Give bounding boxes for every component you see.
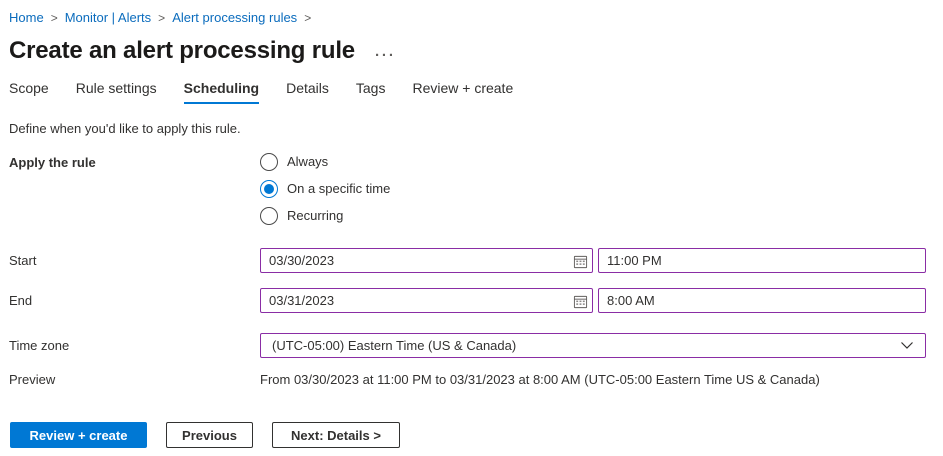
scheduling-form: Apply the rule Always On a specific time… (9, 153, 930, 388)
apply-rule-label: Apply the rule (9, 153, 260, 171)
review-create-button[interactable]: Review + create (10, 422, 147, 448)
radio-label-recurring: Recurring (287, 208, 343, 224)
tab-scheduling[interactable]: Scheduling (184, 80, 259, 104)
radio-option-always[interactable]: Always (260, 153, 390, 171)
breadcrumb-alert-processing-rules-link[interactable]: Alert processing rules (172, 10, 297, 26)
start-row: Start (9, 248, 930, 273)
tab-tags[interactable]: Tags (356, 80, 386, 104)
breadcrumb-home-link[interactable]: Home (9, 10, 44, 26)
tab-review-create[interactable]: Review + create (412, 80, 513, 104)
end-row: End (9, 288, 930, 313)
start-time-input[interactable] (598, 248, 926, 273)
previous-button[interactable]: Previous (166, 422, 253, 448)
breadcrumb: Home > Monitor | Alerts > Alert processi… (9, 10, 930, 26)
radio-option-specific-time[interactable]: On a specific time (260, 180, 390, 198)
breadcrumb-separator: > (304, 10, 311, 26)
radio-label-specific-time: On a specific time (287, 181, 390, 197)
end-label: End (9, 293, 260, 309)
radio-button-specific-time[interactable] (260, 180, 278, 198)
time-zone-row: Time zone (UTC-05:00) Eastern Time (US &… (9, 333, 930, 358)
apply-rule-radio-group: Always On a specific time Recurring (260, 153, 390, 225)
next-details-button[interactable]: Next: Details > (272, 422, 400, 448)
start-date-input[interactable] (260, 248, 593, 273)
breadcrumb-separator: > (51, 10, 58, 26)
scheduling-description: Define when you'd like to apply this rul… (9, 121, 930, 136)
radio-option-recurring[interactable]: Recurring (260, 207, 390, 225)
calendar-icon[interactable] (572, 253, 588, 269)
page-title: Create an alert processing rule (9, 36, 355, 66)
wizard-footer: Review + create Previous Next: Details > (9, 422, 930, 448)
radio-button-always[interactable] (260, 153, 278, 171)
time-zone-selected-value: (UTC-05:00) Eastern Time (US & Canada) (272, 338, 516, 354)
wizard-tabs: Scope Rule settings Scheduling Details T… (9, 80, 930, 104)
time-zone-label: Time zone (9, 338, 260, 354)
breadcrumb-monitor-alerts-link[interactable]: Monitor | Alerts (65, 10, 151, 26)
tab-rule-settings[interactable]: Rule settings (76, 80, 157, 104)
apply-rule-row: Apply the rule Always On a specific time… (9, 153, 930, 225)
time-zone-dropdown[interactable]: (UTC-05:00) Eastern Time (US & Canada) (260, 333, 926, 358)
preview-row: Preview From 03/30/2023 at 11:00 PM to 0… (9, 372, 930, 388)
calendar-icon[interactable] (572, 293, 588, 309)
tab-scope[interactable]: Scope (9, 80, 49, 104)
end-date-input[interactable] (260, 288, 593, 313)
title-row: Create an alert processing rule ··· (9, 36, 930, 66)
end-time-input[interactable] (598, 288, 926, 313)
chevron-down-icon (900, 341, 914, 350)
start-label: Start (9, 253, 260, 269)
preview-label: Preview (9, 372, 260, 388)
create-alert-processing-rule-page: Home > Monitor | Alerts > Alert processi… (0, 0, 943, 448)
breadcrumb-separator: > (158, 10, 165, 26)
radio-button-recurring[interactable] (260, 207, 278, 225)
more-options-icon[interactable]: ··· (375, 47, 396, 64)
start-date-field (260, 248, 593, 273)
tab-details[interactable]: Details (286, 80, 329, 104)
preview-text: From 03/30/2023 at 11:00 PM to 03/31/202… (260, 372, 820, 388)
end-date-field (260, 288, 593, 313)
radio-label-always: Always (287, 154, 328, 170)
